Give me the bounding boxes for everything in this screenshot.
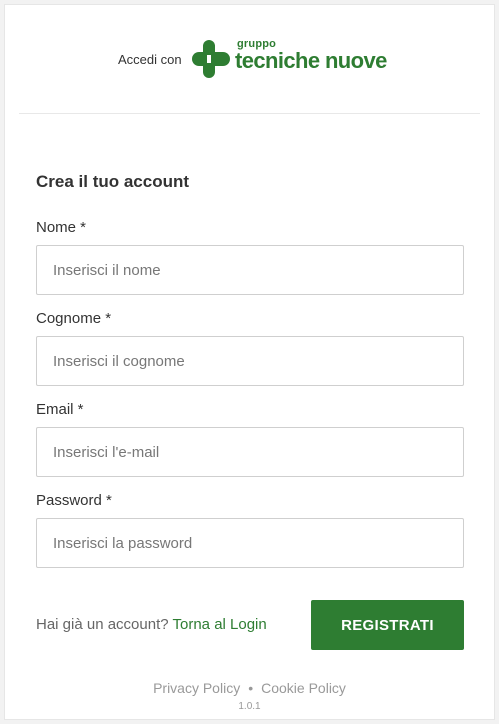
logo-text-brand: tecniche nuove bbox=[235, 48, 387, 73]
have-account-text: Hai già un account? bbox=[36, 616, 173, 633]
cookie-policy-link[interactable]: Cookie Policy bbox=[261, 680, 346, 696]
nome-label: Nome * bbox=[36, 219, 87, 236]
cognome-input[interactable] bbox=[36, 336, 464, 386]
nome-input[interactable] bbox=[36, 245, 464, 295]
signup-card: Accedi con gruppo tecniche nuove Crea il… bbox=[4, 4, 495, 720]
register-button[interactable]: REGISTRATI bbox=[311, 600, 464, 650]
version-label: 1.0.1 bbox=[238, 701, 261, 712]
password-input[interactable] bbox=[36, 518, 464, 568]
tecniche-nuove-logo-icon bbox=[192, 40, 230, 78]
cognome-label: Cognome * bbox=[36, 310, 112, 327]
email-input[interactable] bbox=[36, 427, 464, 477]
accedi-label: Accedi con bbox=[118, 52, 182, 67]
policy-links: Privacy Policy • Cookie Policy bbox=[5, 680, 494, 696]
header: Accedi con gruppo tecniche nuove bbox=[19, 5, 480, 114]
password-label: Password * bbox=[36, 492, 112, 509]
email-label: Email * bbox=[36, 401, 84, 418]
separator-dot: • bbox=[248, 680, 254, 696]
privacy-policy-link[interactable]: Privacy Policy bbox=[153, 680, 240, 696]
login-prompt: Hai già un account? Torna al Login bbox=[36, 616, 267, 633]
form-title: Crea il tuo account bbox=[36, 172, 190, 191]
back-to-login-link[interactable]: Torna al Login bbox=[173, 616, 267, 633]
